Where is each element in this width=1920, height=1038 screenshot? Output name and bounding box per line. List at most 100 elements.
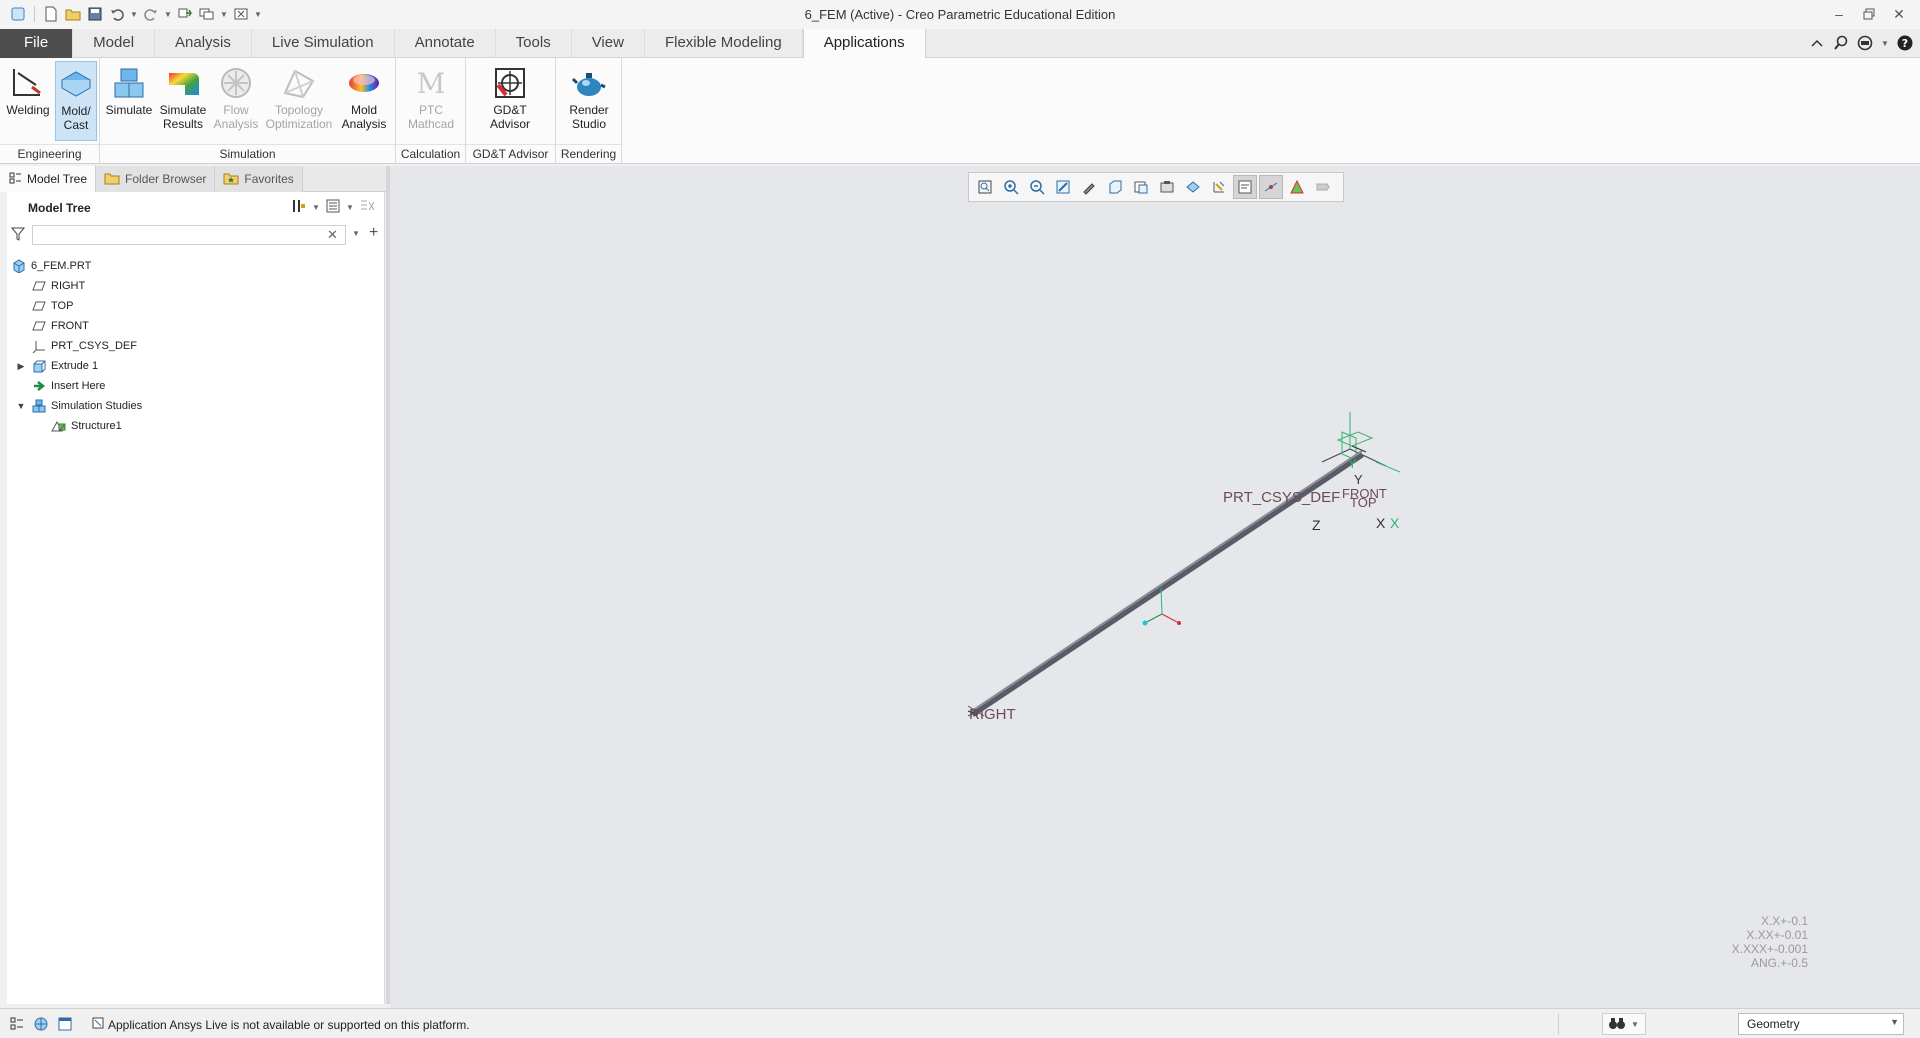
saved-orientations-icon[interactable] xyxy=(1103,175,1127,199)
flow-analysis-button[interactable]: Flow Analysis xyxy=(212,61,260,141)
tab-tools[interactable]: Tools xyxy=(496,29,572,58)
tab-favorites[interactable]: Favorites xyxy=(215,166,303,192)
render-studio-button[interactable]: Render Studio xyxy=(562,61,616,141)
mold-analysis-button[interactable]: Mold Analysis xyxy=(338,61,390,141)
triad-origin-point xyxy=(1142,620,1148,626)
zoom-in-icon[interactable] xyxy=(999,175,1023,199)
ptc-mathcad-button[interactable]: M PTC Mathcad xyxy=(404,61,458,141)
tab-model[interactable]: Model xyxy=(73,29,156,58)
spin-center-icon[interactable] xyxy=(1259,175,1283,199)
tab-applications[interactable]: Applications xyxy=(802,29,926,59)
model-tree-icon xyxy=(8,171,22,188)
tab-annotate[interactable]: Annotate xyxy=(395,29,496,58)
ribbon-group-calculation: M PTC Mathcad Calculation xyxy=(396,58,466,164)
group-label-gdt-advisor: GD&T Advisor xyxy=(466,144,555,162)
tree-show-dropdown-icon[interactable]: ▼ xyxy=(345,203,355,212)
collapse-arrow-icon[interactable]: ▼ xyxy=(15,396,27,416)
welding-button[interactable]: Welding xyxy=(4,61,52,141)
simulation-display-icon[interactable] xyxy=(1285,175,1309,199)
tree-item-top[interactable]: TOP xyxy=(7,296,385,316)
tree-filter-icon[interactable] xyxy=(359,198,377,217)
tab-file[interactable]: File xyxy=(0,29,74,58)
tab-folder-browser[interactable]: Folder Browser xyxy=(96,166,216,192)
binoculars-icon xyxy=(1608,1016,1626,1033)
full-screen-icon[interactable] xyxy=(56,1015,74,1033)
welding-icon xyxy=(8,63,48,103)
render-studio-icon xyxy=(569,63,609,103)
tree-item-csys[interactable]: PRT_CSYS_DEF xyxy=(7,336,385,356)
annotation-display-icon[interactable] xyxy=(1233,175,1257,199)
simulate-button[interactable]: Simulate xyxy=(104,61,154,141)
top-label: TOP xyxy=(1350,495,1377,510)
ribbon-panel: Welding Mold/ Cast Engineering Simulate … xyxy=(0,58,1920,164)
filter-funnel-icon[interactable] xyxy=(10,227,26,244)
tree-item-right[interactable]: RIGHT xyxy=(7,276,385,296)
tree-settings-icon[interactable] xyxy=(291,198,307,217)
selection-filter-select[interactable]: Geometry ▼ xyxy=(1738,1013,1904,1035)
browser-icon[interactable] xyxy=(32,1015,50,1033)
simulate-results-button[interactable]: Simulate Results xyxy=(157,61,209,141)
triad-vertical-axis xyxy=(1160,587,1163,615)
tree-search-input[interactable] xyxy=(32,225,346,245)
find-dropdown-icon[interactable]: ▼ xyxy=(1630,1020,1640,1029)
minimize-icon[interactable]: – xyxy=(1826,3,1852,25)
find-button[interactable]: ▼ xyxy=(1602,1013,1646,1035)
mold-cast-icon xyxy=(56,64,96,104)
tolerance-line: X.XXX+-0.001 xyxy=(1731,942,1808,956)
refit-icon[interactable] xyxy=(973,175,997,199)
svg-text:M: M xyxy=(417,67,446,100)
expand-arrow-icon[interactable]: ▶ xyxy=(15,356,27,376)
tolerance-line: ANG.+-0.5 xyxy=(1750,956,1808,970)
tab-live-simulation[interactable]: Live Simulation xyxy=(252,29,395,58)
message-icon xyxy=(92,1017,104,1032)
model-tree-list: 6_FEM.PRT RIGHT TOP FRONT PRT_CSYS_DEF ▶… xyxy=(7,256,385,436)
tree-settings-dropdown-icon[interactable]: ▼ xyxy=(311,203,321,212)
x-axis-label-green: X xyxy=(1390,515,1400,531)
restore-icon[interactable] xyxy=(1856,3,1882,25)
right-label: RIGHT xyxy=(969,706,1016,723)
community-icon[interactable] xyxy=(1856,33,1874,53)
tab-flexible-modeling[interactable]: Flexible Modeling xyxy=(645,29,803,58)
tag-display-icon[interactable] xyxy=(1311,175,1335,199)
model-viewport[interactable]: PRT_CSYS_DEF FRONT TOP RIGHT Y Y X X Z xyxy=(390,166,1920,1008)
tab-view[interactable]: View xyxy=(572,29,645,58)
tree-item-insert-here[interactable]: Insert Here xyxy=(7,376,385,396)
part-icon xyxy=(11,258,27,274)
ribbon-group-simulation: Simulate Simulate Results Flow Analysis … xyxy=(100,58,396,164)
mold-cast-button[interactable]: Mold/ Cast xyxy=(55,61,97,141)
tree-item-simulation-studies[interactable]: ▼ Simulation Studies xyxy=(7,396,385,416)
tab-analysis[interactable]: Analysis xyxy=(155,29,252,58)
group-label-simulation: Simulation xyxy=(100,144,395,162)
search-icon[interactable] xyxy=(1832,33,1850,53)
help-icon[interactable]: ? xyxy=(1896,33,1914,53)
chevron-down-icon: ▼ xyxy=(1890,1017,1899,1027)
tree-item-structure1[interactable]: Structure1 xyxy=(7,416,385,436)
tree-item-part[interactable]: 6_FEM.PRT xyxy=(7,256,385,276)
search-options-dropdown-icon[interactable]: ▼ xyxy=(351,229,361,238)
gdt-advisor-button[interactable]: GD&T Advisor xyxy=(482,61,538,141)
community-dropdown-icon[interactable]: ▼ xyxy=(1880,39,1890,48)
navigator-tabs: Model Tree Folder Browser Favorites xyxy=(0,166,390,192)
title-bar: ▼ ▼ ▼ ▼ 6_FEM (Active) - Creo Parametric… xyxy=(0,0,1920,29)
perspective-view-icon[interactable] xyxy=(1155,175,1179,199)
graphics-window[interactable]: PRT_CSYS_DEF FRONT TOP RIGHT Y Y X X Z X… xyxy=(390,166,1920,1008)
tab-model-tree[interactable]: Model Tree xyxy=(0,166,97,192)
datum-display-filters-icon[interactable] xyxy=(1207,175,1231,199)
status-bar: Application Ansys Live is not available … xyxy=(0,1008,1920,1038)
toggle-navigator-icon[interactable] xyxy=(8,1015,26,1033)
tree-item-front[interactable]: FRONT xyxy=(7,316,385,336)
add-filter-icon[interactable]: + xyxy=(369,224,378,242)
repaint-icon[interactable] xyxy=(1051,175,1075,199)
tree-show-icon[interactable] xyxy=(325,198,341,217)
flow-analysis-icon xyxy=(216,63,256,103)
collapse-ribbon-icon[interactable] xyxy=(1808,33,1826,53)
topology-optimization-button[interactable]: Topology Optimization xyxy=(262,61,336,141)
clear-search-icon[interactable]: ✕ xyxy=(327,227,338,243)
zoom-out-icon[interactable] xyxy=(1025,175,1049,199)
section-icon[interactable] xyxy=(1181,175,1205,199)
tree-item-extrude[interactable]: ▶ Extrude 1 xyxy=(7,356,385,376)
close-icon[interactable]: ✕ xyxy=(1886,3,1912,25)
view-manager-icon[interactable] xyxy=(1129,175,1153,199)
datum-plane-icon xyxy=(31,298,47,314)
display-style-icon[interactable] xyxy=(1077,175,1101,199)
